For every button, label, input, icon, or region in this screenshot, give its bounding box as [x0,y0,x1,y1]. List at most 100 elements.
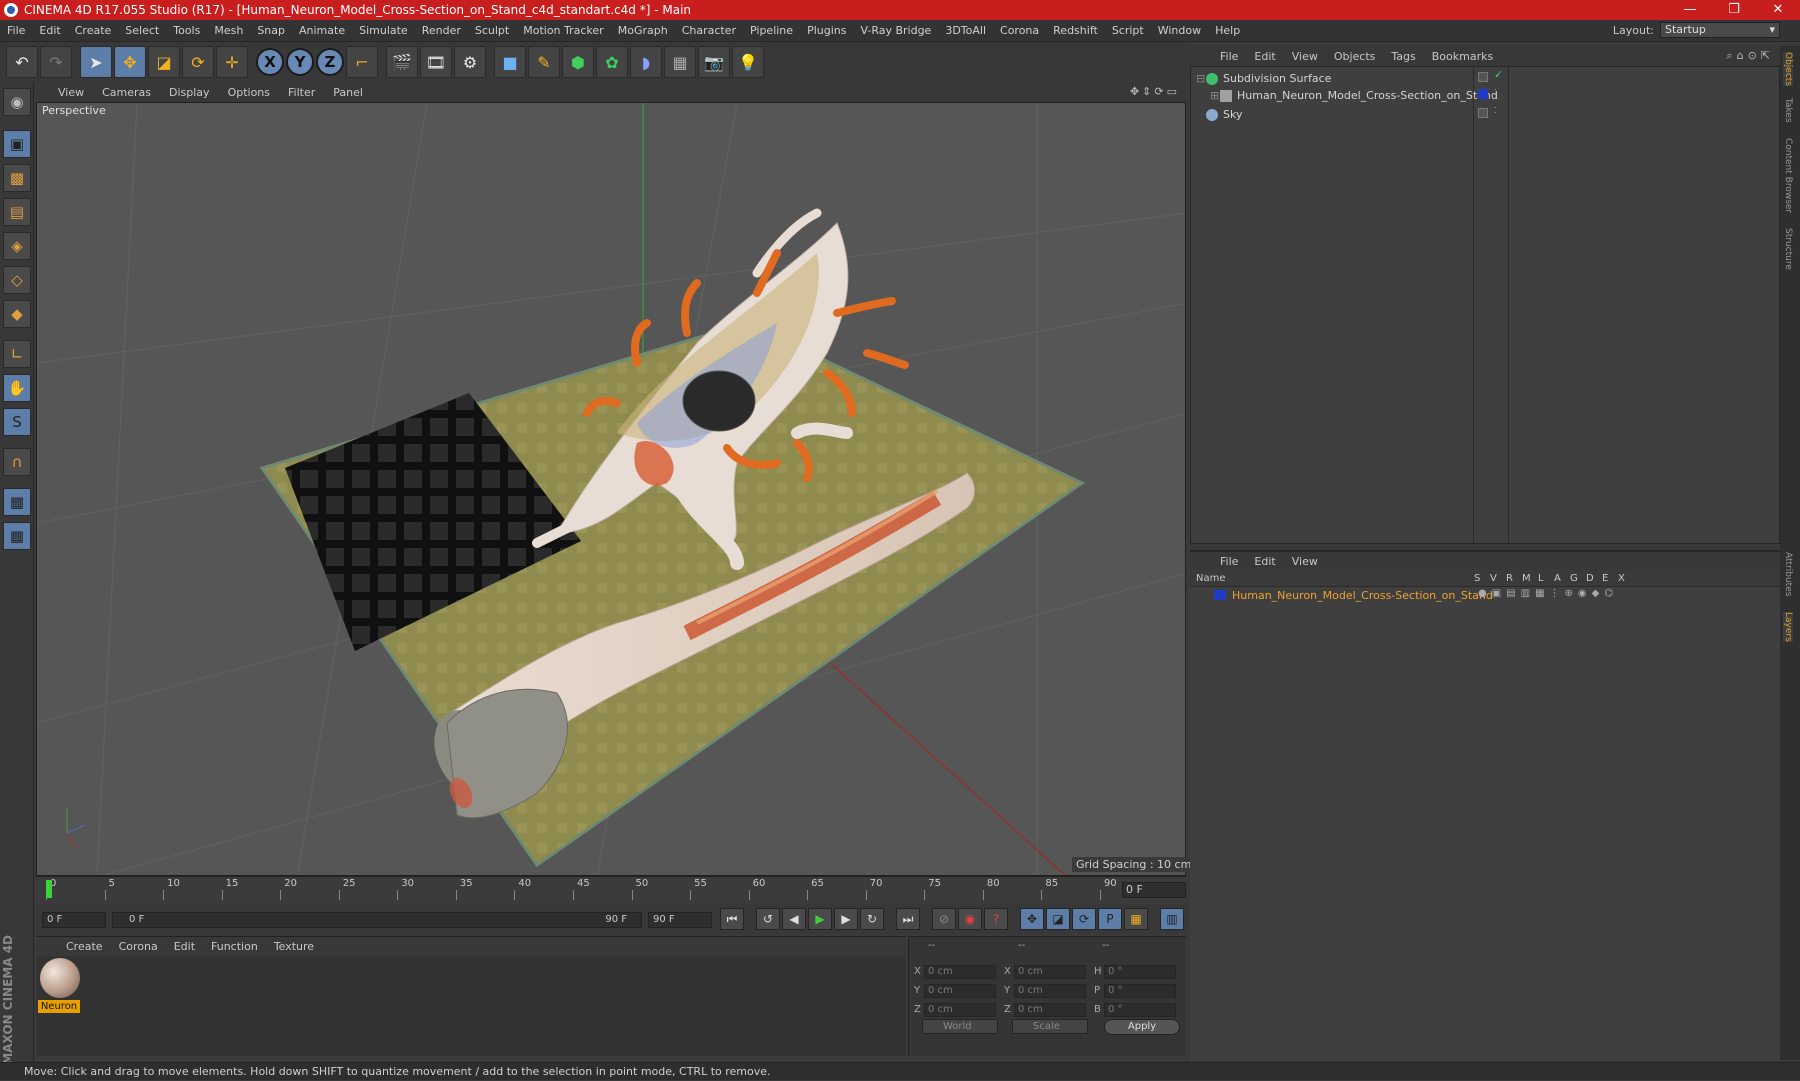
workplane-lock-icon[interactable]: ▦ [3,488,31,516]
layer-menu-file[interactable]: File [1212,555,1246,568]
rotation-field[interactable]: 0 ° [1104,965,1176,979]
position-field[interactable]: 0 cm [924,984,996,998]
viewport-menu-filter[interactable]: Filter [280,86,323,99]
column-expressions[interactable]: E [1602,573,1608,584]
points-mode-icon[interactable]: ◈ [3,232,31,260]
viewport-menu-panel[interactable]: Panel [325,86,371,99]
menu-pipeline[interactable]: Pipeline [743,24,800,37]
material-menu-function[interactable]: Function [203,940,266,953]
rotation-field[interactable]: 0 ° [1104,984,1176,998]
menu-plugins[interactable]: Plugins [800,24,853,37]
tab-attributes[interactable]: Attributes [1783,552,1793,596]
menu-motion-tracker[interactable]: Motion Tracker [516,24,610,37]
menu-animate[interactable]: Animate [292,24,352,37]
minimize-button[interactable]: — [1668,0,1712,20]
menu-file[interactable]: File [0,24,32,37]
start-frame-field[interactable]: 0 F [42,912,106,928]
object-menu-tags[interactable]: Tags [1383,50,1423,63]
keyframe-selection-icon[interactable]: ? [984,908,1008,930]
column-deformers[interactable]: D [1586,573,1594,584]
next-frame-icon[interactable]: ▶ [834,908,858,930]
current-frame-field[interactable]: 0 F [1122,882,1186,898]
material-menu-texture[interactable]: Texture [266,940,322,953]
key-parameter-icon[interactable]: P [1098,908,1122,930]
rotation-field[interactable]: 0 ° [1104,1003,1176,1017]
solo-mode-icon[interactable]: S [3,408,31,436]
tab-layers[interactable]: Layers [1783,612,1793,642]
column-generators[interactable]: G [1570,573,1578,584]
menu-corona[interactable]: Corona [993,24,1046,37]
play-icon[interactable]: ▶ [808,908,832,930]
menu-create[interactable]: Create [68,24,119,37]
transform-tool-icon[interactable]: ✛ [216,46,248,78]
timeline-ruler[interactable]: 0 5 10 15 20 25 30 35 40 45 50 55 60 65 70 75 80 85 90 [46,878,1117,900]
material-menu-corona[interactable]: Corona [111,940,166,953]
coordinate-system-icon[interactable]: ⌐ [346,46,378,78]
column-manager[interactable]: M [1522,573,1531,584]
tab-takes[interactable]: Takes [1783,98,1793,123]
material-menu-create[interactable]: Create [58,940,111,953]
menu-help[interactable]: Help [1208,24,1247,37]
next-key-icon[interactable]: ↻ [860,908,884,930]
y-axis-lock-button[interactable]: Y [286,48,314,76]
material-name-label[interactable]: Neuron [38,1000,80,1013]
viewport-menu-view[interactable]: View [50,86,92,99]
menu-mograph[interactable]: MoGraph [611,24,675,37]
key-pla-icon[interactable]: ▦ [1124,908,1148,930]
layer-menu-view[interactable]: View [1284,555,1326,568]
menu-edit[interactable]: Edit [32,24,67,37]
z-axis-lock-button[interactable]: Z [316,48,344,76]
floor-icon[interactable]: ▦ [664,46,696,78]
rotate-tool-icon[interactable]: ⟳ [182,46,214,78]
key-position-icon[interactable]: ✥ [1020,908,1044,930]
perspective-viewport[interactable] [36,102,1186,876]
frame-range-slider[interactable]: 0 F 90 F [112,912,642,928]
column-name[interactable]: Name [1196,573,1226,584]
redo-icon[interactable]: ↷ [40,46,72,78]
menu-select[interactable]: Select [118,24,166,37]
texture-mode-icon[interactable]: ▩ [3,164,31,192]
position-field[interactable]: 0 cm [924,965,996,979]
position-field[interactable]: 0 cm [924,1003,996,1017]
polygons-mode-icon[interactable]: ◆ [3,300,31,328]
camera-icon[interactable]: 📷 [698,46,730,78]
menu-script[interactable]: Script [1105,24,1151,37]
go-to-end-icon[interactable]: ⏭ [896,908,920,930]
object-menu-view[interactable]: View [1284,50,1326,63]
column-view[interactable]: V [1490,573,1497,584]
object-menu-objects[interactable]: Objects [1326,50,1384,63]
menu-character[interactable]: Character [675,24,743,37]
cloner-icon[interactable]: ✿ [596,46,628,78]
column-locked[interactable]: L [1538,573,1544,584]
viewport-navigation-icons[interactable]: ✥⇕⟳▭ [1130,85,1180,98]
viewport-menu-options[interactable]: Options [220,86,278,99]
menu-sculpt[interactable]: Sculpt [468,24,516,37]
transform-mode-dropdown[interactable]: Scale [1012,1019,1088,1034]
object-menu-edit[interactable]: Edit [1246,50,1283,63]
visibility-dots-icon[interactable]: ⁚ [1494,106,1497,115]
column-solo[interactable]: S [1474,573,1480,584]
layer-indicator[interactable] [1478,108,1488,118]
layer-indicator[interactable] [1478,72,1488,82]
tweak-mode-icon[interactable]: ✋ [3,374,31,402]
timeline-window-icon[interactable]: ▥ [1160,908,1184,930]
material-menu-edit[interactable]: Edit [166,940,203,953]
menu-window[interactable]: Window [1151,24,1208,37]
tab-content-browser[interactable]: Content Browser [1783,138,1793,213]
apply-button[interactable]: Apply [1104,1019,1180,1035]
autokey-icon[interactable]: ◉ [958,908,982,930]
viewport-menu-cameras[interactable]: Cameras [94,86,159,99]
edit-render-settings-icon[interactable]: ⚙ [454,46,486,78]
model-mode-icon[interactable]: ▣ [3,130,31,158]
go-to-start-icon[interactable]: ⏮ [720,908,744,930]
menu-3dtoall[interactable]: 3DToAll [938,24,993,37]
cube-primitive-icon[interactable]: ■ [494,46,526,78]
key-rotation-icon[interactable]: ⟳ [1072,908,1096,930]
edges-mode-icon[interactable]: ◇ [3,266,31,294]
neuron-material-preview[interactable] [40,958,80,998]
workplane-icon[interactable]: ▤ [3,198,31,226]
live-selection-icon[interactable]: ➤ [80,46,112,78]
visibility-dots-icon[interactable]: ⁚ [1494,88,1497,97]
render-view-icon[interactable]: 🎬 [386,46,418,78]
spline-pen-icon[interactable]: ✎ [528,46,560,78]
